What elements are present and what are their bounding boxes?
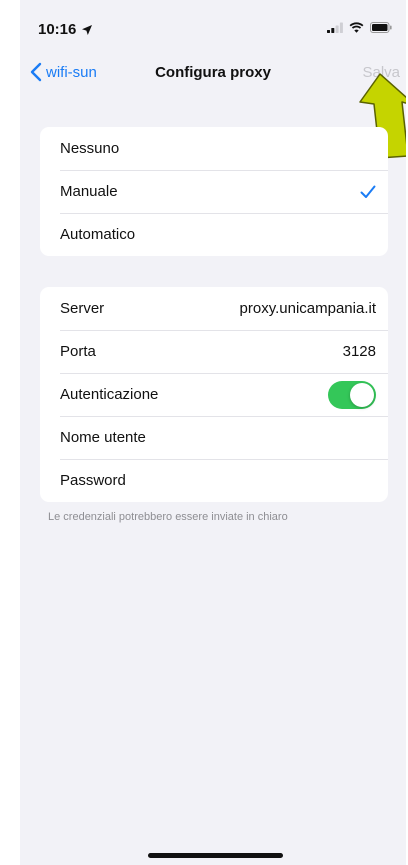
server-row[interactable]: Server proxy.unicampania.it	[40, 287, 388, 330]
auth-label: Autenticazione	[60, 386, 159, 403]
port-value[interactable]: 3128	[343, 343, 376, 360]
proxy-settings-group: Server proxy.unicampania.it Porta 3128 A…	[40, 287, 388, 502]
wifi-icon	[349, 22, 364, 33]
mode-option-automatico[interactable]: Automatico	[40, 213, 388, 256]
location-arrow-icon	[82, 24, 93, 35]
auth-toggle[interactable]	[328, 380, 376, 409]
status-icons	[327, 22, 392, 33]
toggle-knob	[350, 382, 374, 407]
back-label: wifi-sun	[46, 63, 97, 81]
navigation-bar: wifi-sun Configura proxy Salva	[20, 52, 406, 92]
battery-icon	[370, 22, 392, 33]
checkmark-icon	[360, 185, 376, 198]
port-row[interactable]: Porta 3128	[40, 330, 388, 373]
password-row[interactable]: Password	[40, 459, 388, 502]
proxy-mode-group: Nessuno Manuale Automatico	[40, 127, 388, 256]
back-button[interactable]: wifi-sun	[30, 62, 97, 82]
username-label: Nome utente	[60, 429, 146, 446]
home-indicator[interactable]	[148, 853, 283, 858]
mode-option-nessuno[interactable]: Nessuno	[40, 127, 388, 170]
mode-option-label: Nessuno	[60, 140, 120, 157]
mode-option-label: Manuale	[60, 183, 118, 200]
server-value[interactable]: proxy.unicampania.it	[240, 300, 376, 317]
server-label: Server	[60, 300, 105, 317]
mode-option-manuale[interactable]: Manuale	[40, 170, 388, 213]
status-time-group: 10:16	[38, 21, 93, 38]
auth-row: Autenticazione	[40, 373, 388, 416]
phone-screen: 10:16 wifi-sun Configura proxy Salva Nes…	[20, 0, 406, 865]
chevron-left-icon	[30, 62, 42, 82]
port-label: Porta	[60, 343, 96, 360]
password-label: Password	[60, 472, 126, 489]
username-row[interactable]: Nome utente	[40, 416, 388, 459]
cellular-signal-icon	[327, 22, 343, 33]
mode-option-label: Automatico	[60, 226, 136, 243]
status-time: 10:16	[38, 21, 77, 38]
credentials-warning: Le credenziali potrebbero essere inviate…	[48, 511, 288, 523]
status-bar: 10:16	[20, 0, 406, 52]
